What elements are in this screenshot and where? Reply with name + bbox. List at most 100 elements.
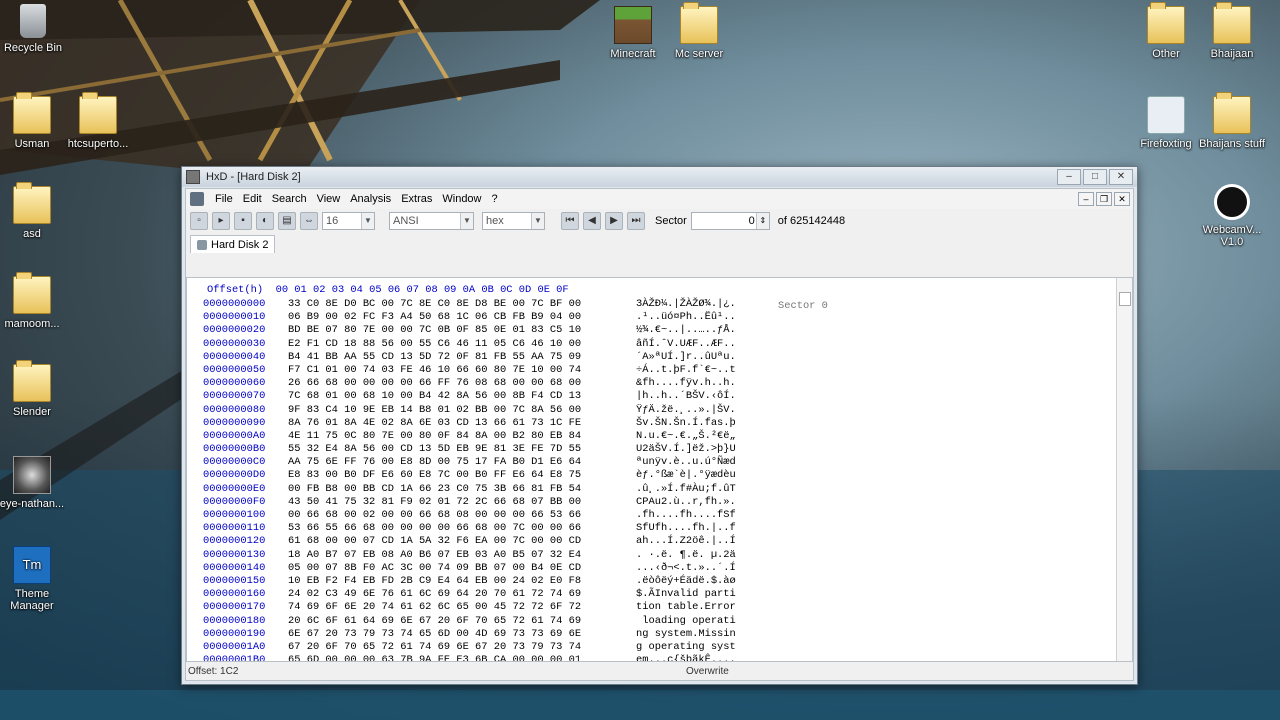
sector-input[interactable]: 0 ⇕ xyxy=(690,212,770,230)
hex-row[interactable]: 00000000B0 55 32 E4 8A 56 00 CD 13 5D EB … xyxy=(187,443,1116,456)
hex-row[interactable]: 0000000050 F7 C1 01 00 74 03 FE 46 10 66 … xyxy=(187,364,1116,377)
desktop-icon-htcsuperto[interactable]: htcsuperto... xyxy=(58,92,138,150)
doc-close-button[interactable]: ✕ xyxy=(1114,192,1130,206)
hex-row[interactable]: 0000000000 33 C0 8E D0 BC 00 7C 8E C0 8E … xyxy=(187,298,1116,311)
menu-view[interactable]: View xyxy=(312,193,346,205)
row-text[interactable]: .û¸.»Í.f#Àu;f.ûT xyxy=(636,483,736,496)
row-bytes[interactable]: BD BE 07 80 7E 00 00 7C 0B 0F 85 0E 01 8… xyxy=(288,324,581,337)
row-bytes[interactable]: 10 EB F2 F4 EB FD 2B C9 E4 64 EB 00 24 0… xyxy=(288,575,581,588)
row-bytes[interactable]: 53 66 55 66 68 00 00 00 00 66 68 00 7C 0… xyxy=(288,522,581,535)
window-titlebar[interactable]: HxD - [Hard Disk 2] – □ ✕ xyxy=(182,167,1137,187)
row-text[interactable]: .fh....fh....fSf xyxy=(636,509,736,522)
next-sector-icon[interactable]: ▶ xyxy=(605,212,623,230)
row-bytes[interactable]: 55 32 E4 8A 56 00 CD 13 5D EB 9E 81 3E F… xyxy=(288,443,581,456)
save-icon[interactable]: ▪ xyxy=(234,212,252,230)
hex-row[interactable]: 00000001B0 65 6D 00 00 00 63 7B 9A FE E3 … xyxy=(187,654,1116,661)
row-bytes[interactable]: 06 B9 00 02 FC F3 A4 50 68 1C 06 CB FB B… xyxy=(288,311,581,324)
row-text[interactable]: 3ÀŽĐ¼.|ŽÀŽØ¾.|¿. xyxy=(636,298,736,311)
row-text[interactable]: |h..h..´BŠV.‹ôÍ. xyxy=(636,390,736,403)
row-text[interactable]: CPAu2.ù..r,fh.». xyxy=(636,496,736,509)
row-bytes[interactable]: 05 00 07 8B F0 AC 3C 00 74 09 BB 07 00 B… xyxy=(288,562,581,575)
hex-row[interactable]: 0000000020 BD BE 07 80 7E 00 00 7C 0B 0F … xyxy=(187,324,1116,337)
row-bytes[interactable]: 18 A0 B7 07 EB 08 A0 B6 07 EB 03 A0 B5 0… xyxy=(288,549,581,562)
hex-row[interactable]: 00000000E0 00 FB B8 00 BB CD 1A 66 23 C0 … xyxy=(187,483,1116,496)
row-text[interactable]: ªunÿv.è..u.ú°Ñæd xyxy=(636,456,736,469)
offset-base-select[interactable]: hex ▼ xyxy=(482,212,545,230)
hex-row[interactable]: 0000000120 61 68 00 00 07 CD 1A 5A 32 F6 … xyxy=(187,535,1116,548)
hex-row[interactable]: 0000000070 7C 68 01 00 68 10 00 B4 42 8A … xyxy=(187,390,1116,403)
hex-row[interactable]: 0000000130 18 A0 B7 07 EB 08 A0 B6 07 EB … xyxy=(187,549,1116,562)
vertical-scrollbar[interactable] xyxy=(1116,278,1132,661)
row-text[interactable]: U2äŠV.Í.]ëž.>þ}U xyxy=(636,443,736,456)
desktop-icon-slender[interactable]: Slender xyxy=(0,360,72,418)
row-text[interactable]: ´A»ªUÍ.]r..ûUªu. xyxy=(636,351,736,364)
row-text[interactable]: ...‹ð¬<.t.»..´.Í xyxy=(636,562,736,575)
columns-icon[interactable]: ⇔ xyxy=(300,212,318,230)
row-bytes[interactable]: E8 83 00 B0 DF E6 60 E8 7C 00 B0 FF E6 6… xyxy=(288,469,581,482)
desktop-icon-eye-nathan[interactable]: eye-nathan... xyxy=(0,456,72,510)
row-bytes[interactable]: 24 02 C3 49 6E 76 61 6C 69 64 20 70 61 7… xyxy=(288,588,581,601)
row-bytes[interactable]: 6E 67 20 73 79 73 74 65 6D 00 4D 69 73 7… xyxy=(288,628,581,641)
row-bytes[interactable]: 00 FB B8 00 BB CD 1A 66 23 C0 75 3B 66 8… xyxy=(288,483,581,496)
hex-row[interactable]: 0000000170 74 69 6F 6E 20 74 61 62 6C 65 … xyxy=(187,601,1116,614)
hex-row[interactable]: 0000000090 8A 76 01 8A 4E 02 8A 6E 03 CD … xyxy=(187,417,1116,430)
first-sector-icon[interactable]: ⏮ xyxy=(561,212,579,230)
doc-restore-button[interactable]: ❐ xyxy=(1096,192,1112,206)
desktop-icon-bhaijaan[interactable]: Bhaijaan xyxy=(1192,2,1272,60)
row-text[interactable]: ng system.Missin xyxy=(636,628,736,641)
hex-row[interactable]: 0000000190 6E 67 20 73 79 73 74 65 6D 00 … xyxy=(187,628,1116,641)
disk-icon[interactable]: ◐ xyxy=(256,212,274,230)
stepper-icon[interactable]: ⇕ xyxy=(755,213,769,229)
hex-row[interactable]: 0000000140 05 00 07 8B F0 AC 3C 00 74 09 … xyxy=(187,562,1116,575)
menu-file[interactable]: File xyxy=(210,193,238,205)
menu-extras[interactable]: Extras xyxy=(396,193,437,205)
row-bytes[interactable]: 4E 11 75 0C 80 7E 00 80 0F 84 8A 00 B2 8… xyxy=(288,430,581,443)
row-text[interactable]: loading operati xyxy=(636,615,736,628)
hex-row[interactable]: 00000000F0 43 50 41 75 32 81 F9 02 01 72 … xyxy=(187,496,1116,509)
charset-select[interactable]: ANSI ▼ xyxy=(389,212,474,230)
row-bytes[interactable]: 20 6C 6F 61 64 69 6E 67 20 6F 70 65 72 6… xyxy=(288,615,581,628)
row-bytes[interactable]: 67 20 6F 70 65 72 61 74 69 6E 67 20 73 7… xyxy=(288,641,581,654)
row-text[interactable]: âñÍ.ˆV.UÆF..ÆF.. xyxy=(636,338,736,351)
menu-help[interactable]: ? xyxy=(487,193,503,205)
hex-row[interactable]: 00000000D0 E8 83 00 B0 DF E6 60 E8 7C 00 … xyxy=(187,469,1116,482)
hex-row[interactable]: 0000000030 E2 F1 CD 18 88 56 00 55 C6 46 … xyxy=(187,338,1116,351)
row-bytes[interactable]: 65 6D 00 00 00 63 7B 9A FE E3 6B CA 00 0… xyxy=(288,654,581,661)
row-text[interactable]: SfUfh....fh.|..f xyxy=(636,522,736,535)
hex-row[interactable]: 0000000160 24 02 C3 49 6E 76 61 6C 69 64 … xyxy=(187,588,1116,601)
open-file-icon[interactable]: ▸ xyxy=(212,212,230,230)
scrollbar-thumb[interactable] xyxy=(1119,292,1131,306)
row-bytes[interactable]: F7 C1 01 00 74 03 FE 46 10 66 60 80 7E 1… xyxy=(288,364,581,377)
hex-row[interactable]: 0000000100 00 66 68 00 02 00 00 66 68 08 … xyxy=(187,509,1116,522)
row-text[interactable]: . ·.ë. ¶.ë. µ.2ä xyxy=(636,549,736,562)
row-bytes[interactable]: 43 50 41 75 32 81 F9 02 01 72 2C 66 68 0… xyxy=(288,496,581,509)
hex-row[interactable]: 0000000180 20 6C 6F 61 64 69 6E 67 20 6F … xyxy=(187,615,1116,628)
row-bytes[interactable]: 74 69 6F 6E 20 74 61 62 6C 65 00 45 72 7… xyxy=(288,601,581,614)
row-text[interactable]: em...c{šþãkÊ.... xyxy=(636,654,736,661)
row-text[interactable]: .¹..üó¤Ph..Ëû¹.. xyxy=(636,311,736,324)
row-text[interactable]: ah...Í.Z2öê.|..Í xyxy=(636,535,736,548)
row-text[interactable]: Šv.ŠN.Šn.Í.fas.þ xyxy=(636,417,736,430)
row-text[interactable]: $.ÃInvalid parti xyxy=(636,588,736,601)
menu-search[interactable]: Search xyxy=(267,193,312,205)
hex-row[interactable]: 00000000C0 AA 75 6E FF 76 00 E8 8D 00 75 … xyxy=(187,456,1116,469)
hex-row[interactable]: 0000000080 9F 83 C4 10 9E EB 14 B8 01 02 … xyxy=(187,404,1116,417)
row-text[interactable]: &fh....fÿv.h..h. xyxy=(636,377,736,390)
desktop-icon-webcam[interactable]: WebcamV... V1.0 xyxy=(1192,184,1272,248)
row-bytes[interactable]: B4 41 BB AA 55 CD 13 5D 72 0F 81 FB 55 A… xyxy=(288,351,581,364)
row-text[interactable]: N.u.€~.€.„Š.²€ë„ xyxy=(636,430,736,443)
hex-editor[interactable]: Offset(h) 00 01 02 03 04 05 06 07 08 09 … xyxy=(186,277,1133,662)
desktop-icon-theme-manager[interactable]: Tm Theme Manager xyxy=(0,546,72,612)
menu-analysis[interactable]: Analysis xyxy=(345,193,396,205)
menu-edit[interactable]: Edit xyxy=(238,193,267,205)
desktop-icon-recycle-bin[interactable]: Recycle Bin xyxy=(0,4,73,54)
hex-row[interactable]: 00000001A0 67 20 6F 70 65 72 61 74 69 6E … xyxy=(187,641,1116,654)
row-text[interactable]: .ëòôëý+Éädë.$.àø xyxy=(636,575,736,588)
row-text[interactable]: ŸƒÄ.žë.¸..».|ŠV. xyxy=(636,404,736,417)
menu-window[interactable]: Window xyxy=(437,193,486,205)
hex-row[interactable]: 0000000040 B4 41 BB AA 55 CD 13 5D 72 0F … xyxy=(187,351,1116,364)
hex-view[interactable]: Offset(h) 00 01 02 03 04 05 06 07 08 09 … xyxy=(187,278,1116,661)
last-sector-icon[interactable]: ⏭ xyxy=(627,212,645,230)
ram-icon[interactable]: ▤ xyxy=(278,212,296,230)
row-bytes[interactable]: 00 66 68 00 02 00 00 66 68 08 00 00 00 6… xyxy=(288,509,581,522)
